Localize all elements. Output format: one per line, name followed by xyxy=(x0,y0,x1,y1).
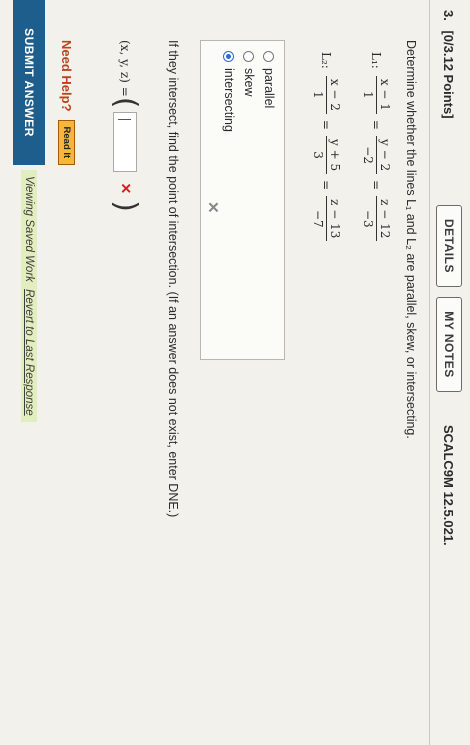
question-panel: 3. [0/3.12 Points] DETAILS MY NOTES SCAL… xyxy=(0,0,470,745)
submit-answer-button[interactable]: SUBMIT ANSWER xyxy=(13,0,45,165)
question-header: 3. [0/3.12 Points] xyxy=(441,10,456,125)
option-intersecting[interactable]: intersecting xyxy=(222,51,236,132)
option-label: intersecting xyxy=(222,68,236,132)
header-divider xyxy=(429,0,430,745)
revert-link[interactable]: Revert to Last Response xyxy=(23,289,35,416)
l1-fraction-x: x − 11 xyxy=(361,75,392,114)
option-label: parallel xyxy=(262,68,276,109)
l2-fraction-z: z − 13 −7 xyxy=(311,196,342,242)
saved-work-text: Viewing Saved Work xyxy=(23,176,35,282)
equals-sign: = xyxy=(369,119,384,130)
relationship-options: parallel skew intersecting ✕ xyxy=(200,40,285,360)
saved-work-notice: Viewing Saved Work Revert to Last Respon… xyxy=(21,170,37,422)
answer-label: (x, y, z) = xyxy=(118,40,132,97)
radio-button[interactable] xyxy=(263,51,275,62)
l2-fraction-x: x − 21 xyxy=(311,75,342,114)
details-button[interactable]: DETAILS xyxy=(436,205,462,287)
help-row: Need Help? Read It xyxy=(58,40,75,166)
equals-sign: = xyxy=(319,180,334,191)
answer-row: (x, y, z) = ( ✕ ) xyxy=(108,40,143,212)
question-code: SCALC9M 12.5.021. xyxy=(441,425,456,546)
l2-fraction-y: y + 53 xyxy=(311,135,342,175)
option-label: skew xyxy=(242,68,256,97)
read-it-button[interactable]: Read It xyxy=(58,119,75,166)
my-notes-button[interactable]: MY NOTES xyxy=(436,297,462,392)
need-help-label: Need Help? xyxy=(59,40,74,112)
l1-fraction-y: y − 2 −2 xyxy=(361,135,392,175)
question-number: 3. xyxy=(441,10,456,21)
wrong-answer-icon: ✕ xyxy=(117,182,133,195)
equals-sign: = xyxy=(319,119,334,130)
radio-button[interactable] xyxy=(243,51,255,62)
l1-fraction-z: z − 12 −3 xyxy=(361,196,392,242)
radio-button-selected[interactable] xyxy=(223,51,235,62)
incorrect-icon: ✕ xyxy=(204,201,221,214)
option-skew[interactable]: skew xyxy=(242,51,256,96)
intersection-prompt: If they intersect, find the point of int… xyxy=(166,40,180,518)
l1-label: L₁: xyxy=(369,52,384,69)
question-prompt: Determine whether the lines L₁ and L₂ ar… xyxy=(404,40,418,439)
l2-label: L₂: xyxy=(319,52,334,69)
line-l2-equation: L₂: x − 21 = y + 53 = z − 13 −7 xyxy=(311,52,342,244)
open-paren: ( xyxy=(108,96,143,109)
question-points: [0/3.12 Points] xyxy=(441,30,456,119)
close-paren: ) xyxy=(108,200,143,212)
equals-sign: = xyxy=(369,180,384,191)
line-l1-equation: L₁: x − 11 = y − 2 −2 = z − 12 −3 xyxy=(361,52,392,244)
option-parallel[interactable]: parallel xyxy=(262,51,276,108)
answer-input[interactable] xyxy=(113,112,137,173)
